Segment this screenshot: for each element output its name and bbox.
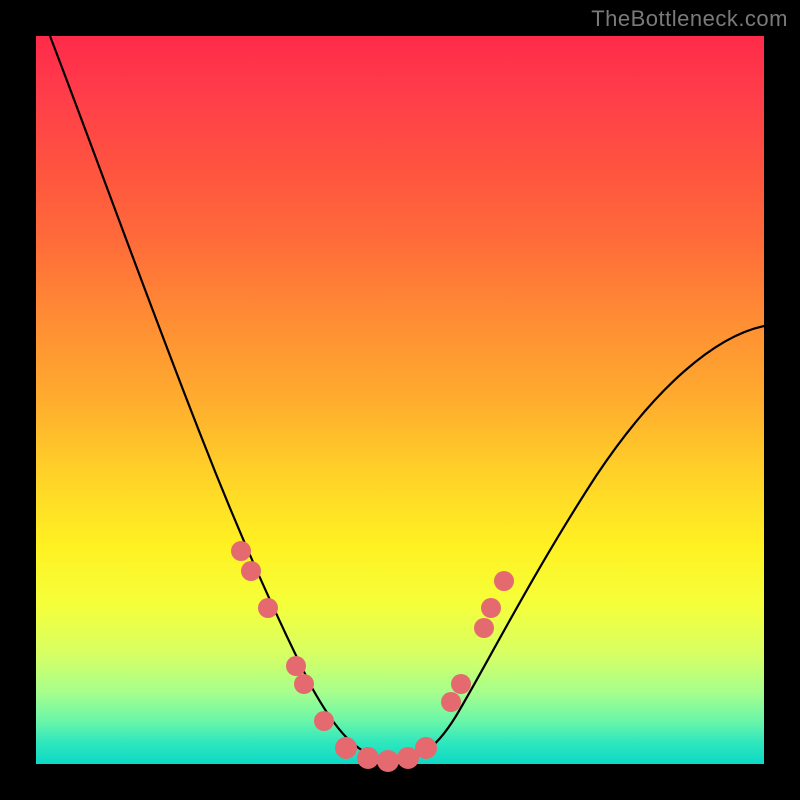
dot (241, 561, 261, 581)
watermark-text: TheBottleneck.com (591, 6, 788, 32)
bottleneck-curve-svg (36, 36, 764, 764)
bottleneck-curve (50, 36, 764, 761)
dot (441, 692, 461, 712)
dot (314, 711, 334, 731)
dot (494, 571, 514, 591)
dot (258, 598, 278, 618)
dot (335, 737, 357, 759)
dot (286, 656, 306, 676)
marker-dots (231, 541, 514, 772)
dot (377, 750, 399, 772)
dot (357, 747, 379, 769)
dot (474, 618, 494, 638)
plot-area (36, 36, 764, 764)
chart-frame: TheBottleneck.com (0, 0, 800, 800)
dot (415, 737, 437, 759)
dot (481, 598, 501, 618)
dot (294, 674, 314, 694)
dot (231, 541, 251, 561)
dot (451, 674, 471, 694)
